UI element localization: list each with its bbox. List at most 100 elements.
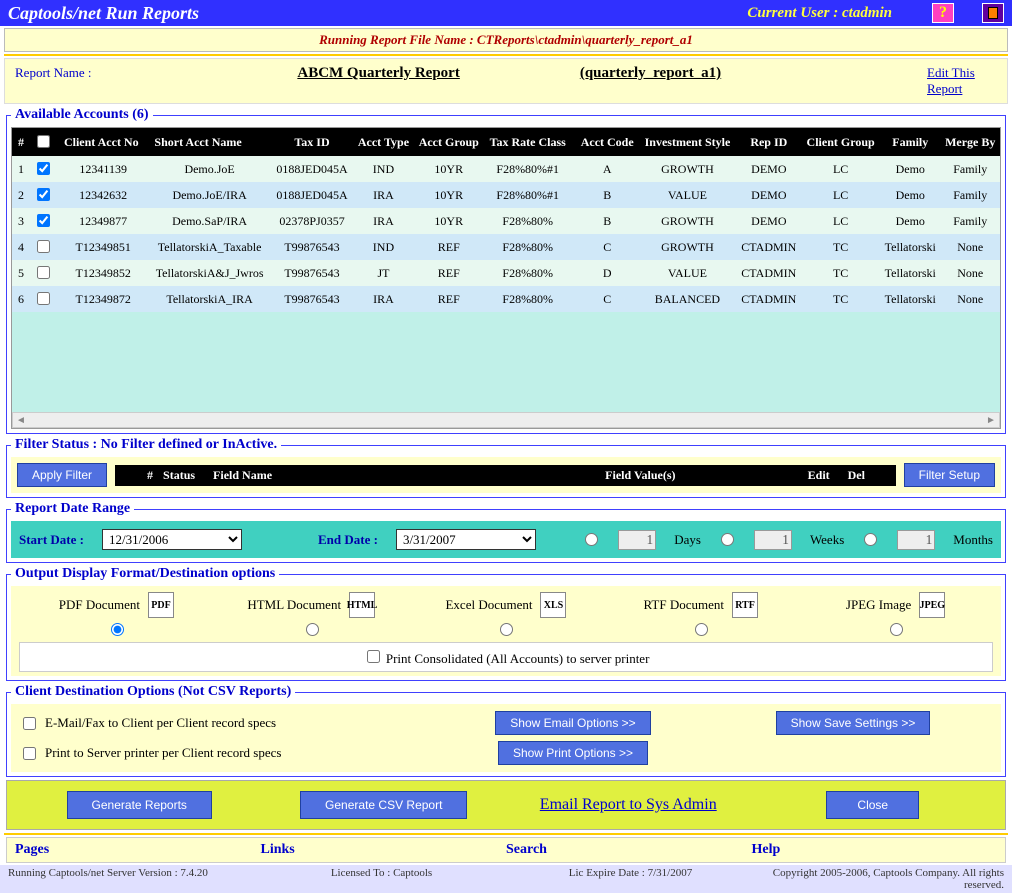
cell: BALANCED bbox=[638, 286, 736, 312]
cell: 12341139 bbox=[58, 156, 148, 182]
footer-pages-link[interactable]: Pages bbox=[15, 842, 261, 858]
filter-columns-bar: # Status Field Name Field Value(s) Edit … bbox=[115, 465, 896, 486]
show-email-options-button[interactable]: Show Email Options >> bbox=[495, 711, 650, 735]
days-input[interactable] bbox=[618, 530, 656, 550]
cell: DEMO bbox=[737, 156, 802, 182]
print-server-checkbox[interactable] bbox=[23, 747, 36, 760]
scroll-right-icon[interactable]: ► bbox=[983, 413, 999, 427]
action-bar: Generate Reports Generate CSV Report Ema… bbox=[6, 780, 1006, 830]
current-user-label: Current User : ctadmin bbox=[747, 5, 892, 22]
cell: Demo.JoE bbox=[148, 156, 270, 182]
edit-report-link[interactable]: Edit This Report bbox=[927, 65, 997, 97]
email-client-label: E-Mail/Fax to Client per Client record s… bbox=[45, 715, 276, 731]
weeks-input[interactable] bbox=[754, 530, 792, 550]
cell: D bbox=[576, 260, 638, 286]
row-select-checkbox[interactable] bbox=[37, 292, 50, 305]
cell: LC bbox=[801, 208, 880, 234]
scroll-left-icon[interactable]: ◄ bbox=[13, 413, 29, 427]
output-option-radio[interactable] bbox=[111, 623, 124, 636]
output-option-radio[interactable] bbox=[890, 623, 903, 636]
table-row[interactable]: 4T12349851TellatorskiA_TaxableT99876543I… bbox=[12, 234, 1000, 260]
row-number: 1 bbox=[12, 156, 27, 182]
end-date-label: End Date : bbox=[318, 532, 378, 548]
cell: Demo bbox=[880, 156, 940, 182]
output-option-label: Excel Document bbox=[445, 597, 532, 613]
close-button[interactable]: Close bbox=[826, 791, 919, 819]
show-save-settings-button[interactable]: Show Save Settings >> bbox=[776, 711, 931, 735]
cell: Tellatorski bbox=[880, 234, 940, 260]
cell: DEMO bbox=[737, 182, 802, 208]
row-select-checkbox[interactable] bbox=[37, 188, 50, 201]
table-row[interactable]: 212342632Demo.JoE/IRA0188JED045AIRA10YRF… bbox=[12, 182, 1000, 208]
output-option: PDF DocumentPDF bbox=[19, 592, 214, 636]
start-date-select[interactable]: 12/31/2006 bbox=[102, 529, 242, 550]
row-select-checkbox[interactable] bbox=[37, 214, 50, 227]
cell: F28%80% bbox=[484, 208, 572, 234]
output-format-legend: Output Display Format/Destination option… bbox=[11, 566, 279, 582]
days-label: Days bbox=[674, 532, 701, 548]
cell: LC bbox=[801, 182, 880, 208]
row-select-checkbox[interactable] bbox=[37, 266, 50, 279]
months-radio[interactable] bbox=[864, 533, 877, 546]
accounts-header-cell: Short Acct Name bbox=[148, 128, 270, 156]
filter-status-legend: Filter Status : No Filter defined or InA… bbox=[11, 437, 281, 453]
weeks-radio[interactable] bbox=[721, 533, 734, 546]
exit-icon[interactable] bbox=[982, 3, 1004, 23]
footer-help-link[interactable]: Help bbox=[752, 842, 998, 858]
table-row[interactable]: 112341139Demo.JoE0188JED045AIND10YRF28%8… bbox=[12, 156, 1000, 182]
output-option-radio[interactable] bbox=[500, 623, 513, 636]
output-option-label: HTML Document bbox=[247, 597, 341, 613]
generate-csv-button[interactable]: Generate CSV Report bbox=[300, 791, 467, 819]
table-row[interactable]: 312349877Demo.SaP/IRA02378PJ0357IRA10YRF… bbox=[12, 208, 1000, 234]
row-select-checkbox[interactable] bbox=[37, 162, 50, 175]
end-date-select[interactable]: 3/31/2007 bbox=[396, 529, 536, 550]
email-client-checkbox[interactable] bbox=[23, 717, 36, 730]
select-all-checkbox[interactable] bbox=[37, 135, 50, 148]
row-number: 6 bbox=[12, 286, 27, 312]
print-consolidated-checkbox[interactable] bbox=[367, 650, 380, 663]
output-option-label: PDF Document bbox=[59, 597, 140, 613]
table-row[interactable]: 6T12349872TellatorskiA_IRAT99876543IRARE… bbox=[12, 286, 1000, 312]
filter-status-section: Filter Status : No Filter defined or InA… bbox=[6, 437, 1006, 498]
cell: GROWTH bbox=[638, 234, 736, 260]
accounts-header-cell: Merge By bbox=[940, 128, 1000, 156]
cell: 12342632 bbox=[58, 182, 148, 208]
row-select-checkbox[interactable] bbox=[37, 240, 50, 253]
report-file-value: (quarterly_report_a1) bbox=[580, 65, 721, 82]
months-input[interactable] bbox=[897, 530, 935, 550]
show-print-options-button[interactable]: Show Print Options >> bbox=[498, 741, 648, 765]
table-row[interactable]: 5T12349852TellatorskiA&J_JwrosT99876543J… bbox=[12, 260, 1000, 286]
cell: Family bbox=[940, 182, 1000, 208]
cell: Family bbox=[940, 208, 1000, 234]
footer-search-link[interactable]: Search bbox=[506, 842, 752, 858]
row-number: 4 bbox=[12, 234, 27, 260]
help-icon[interactable]: ? bbox=[932, 3, 954, 23]
cell: GROWTH bbox=[638, 156, 736, 182]
output-option-radio[interactable] bbox=[306, 623, 319, 636]
filter-setup-button[interactable]: Filter Setup bbox=[904, 463, 995, 487]
report-name-value: ABCM Quarterly Report bbox=[297, 65, 459, 82]
cell: TC bbox=[801, 234, 880, 260]
footer-links-link[interactable]: Links bbox=[261, 842, 507, 858]
apply-filter-button[interactable]: Apply Filter bbox=[17, 463, 107, 487]
days-radio[interactable] bbox=[585, 533, 598, 546]
server-version-label: Running Captools/net Server Version : 7.… bbox=[8, 867, 257, 891]
cell: VALUE bbox=[638, 182, 736, 208]
cell: Demo.JoE/IRA bbox=[148, 182, 270, 208]
cell: 0188JED045A bbox=[271, 156, 353, 182]
horizontal-scrollbar[interactable]: ◄ ► bbox=[12, 412, 1000, 428]
generate-reports-button[interactable]: Generate Reports bbox=[67, 791, 212, 819]
output-option-label: JPEG Image bbox=[846, 597, 911, 613]
email-sysadmin-link[interactable]: Email Report to Sys Admin bbox=[540, 796, 717, 813]
cell: GROWTH bbox=[638, 208, 736, 234]
client-destination-section: Client Destination Options (Not CSV Repo… bbox=[6, 684, 1006, 777]
report-header: Report Name : ABCM Quarterly Report (qua… bbox=[4, 58, 1008, 104]
output-option-radio[interactable] bbox=[695, 623, 708, 636]
cell: A bbox=[576, 156, 638, 182]
footer-status: Running Captools/net Server Version : 7.… bbox=[0, 865, 1012, 893]
date-range-legend: Report Date Range bbox=[11, 501, 134, 517]
row-number: 3 bbox=[12, 208, 27, 234]
cell: F28%80% bbox=[484, 286, 572, 312]
print-server-label: Print to Server printer per Client recor… bbox=[45, 745, 281, 761]
licensed-to-label: Licensed To : Captools bbox=[257, 867, 506, 891]
